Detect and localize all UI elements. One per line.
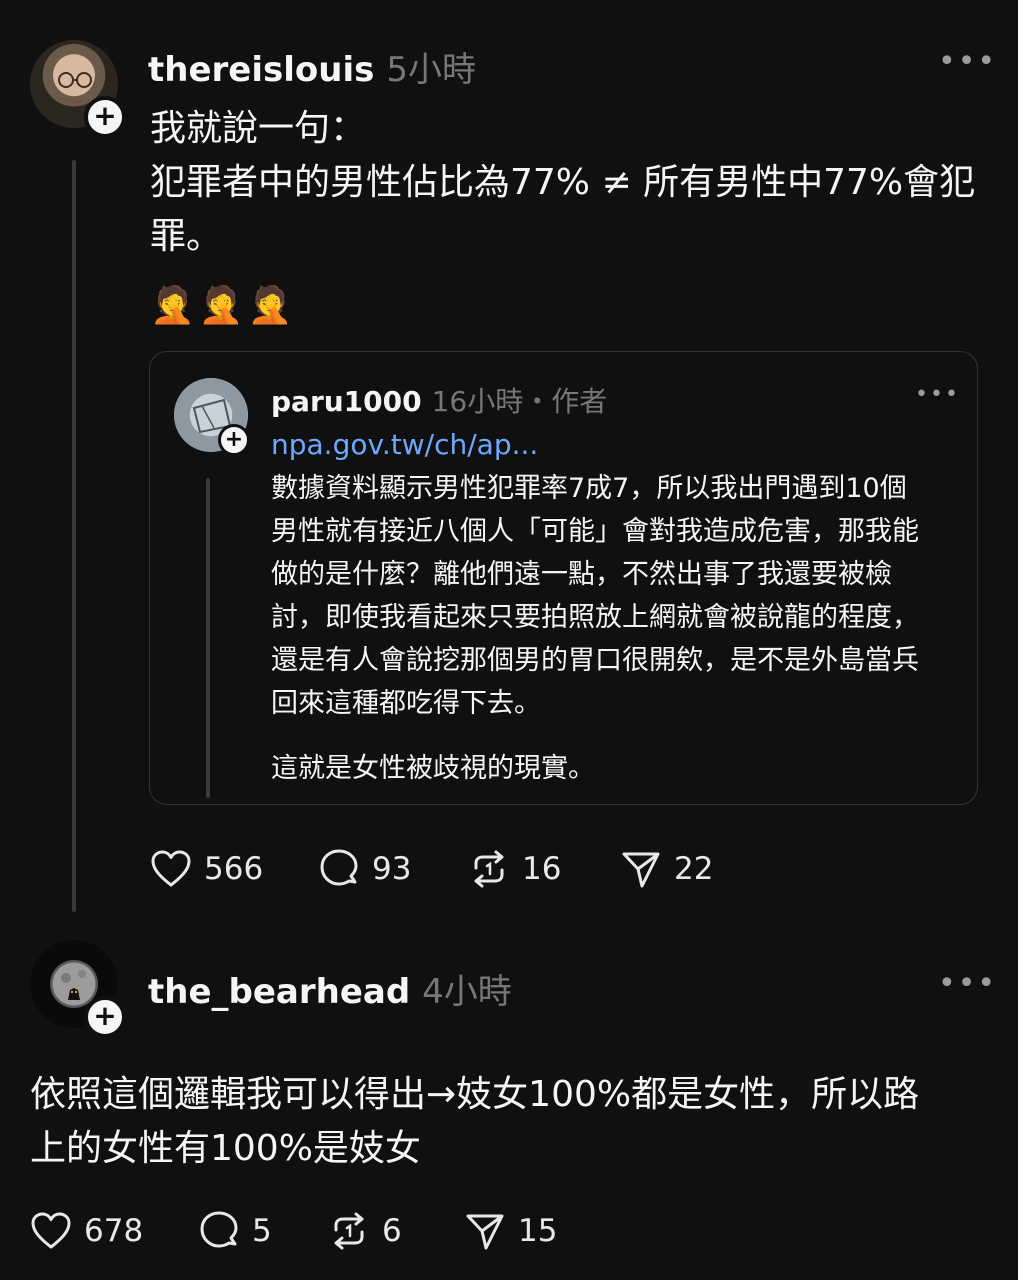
quote-thread-line [206,478,210,798]
follow-plus-icon[interactable]: + [84,96,126,138]
comment-icon [200,1211,238,1248]
quote-text: 數據資料顯示男性犯罪率7成7，所以我出門遇到10個 男性就有接近八個人「可能」會… [271,473,919,784]
username[interactable]: the_bearhead [148,972,410,1012]
share-button[interactable]: 15 [464,1210,594,1252]
quoted-post[interactable]: + paru1000 16小時・作者 ••• npa.gov.tw/ch/ap..… [149,351,978,805]
share-count: 22 [674,851,714,887]
follow-plus-icon[interactable]: + [84,996,126,1038]
quote-header: paru1000 16小時・作者 [271,380,607,420]
comment-button[interactable]: 93 [318,848,468,890]
quote-link[interactable]: npa.gov.tw/ch/ap... [271,428,538,461]
post-text: 我就說一句： 犯罪者中的男性佔比為77% ≠ 所有男性中77%會犯 罪。 [150,108,976,257]
like-button[interactable]: 678 [30,1210,198,1252]
thread-line [72,160,76,912]
repost-button[interactable]: 16 [468,848,620,890]
repost-icon [334,1212,364,1250]
comment-count: 93 [372,851,412,887]
repost-icon [474,850,504,888]
more-options-icon[interactable]: ••• [938,966,997,1001]
like-count: 678 [84,1213,144,1249]
username[interactable]: thereislouis [148,50,374,90]
like-count: 566 [204,851,264,887]
heart-icon [31,1212,71,1249]
share-button[interactable]: 22 [620,848,750,890]
quote-time: 16小時・作者 [431,385,608,418]
comment-icon [320,849,358,886]
quote-more-options-icon[interactable]: ••• [915,382,960,407]
facepalm-emoji: 🤦🤦🤦 [150,285,297,326]
send-icon [466,1214,504,1250]
share-count: 15 [518,1213,558,1249]
repost-button[interactable]: 6 [328,1210,464,1252]
quote-username[interactable]: paru1000 [271,385,422,418]
post-time: 5小時 [386,50,476,90]
follow-plus-icon[interactable]: + [218,424,250,456]
post-header: thereislouis 5小時 [148,42,476,91]
send-icon [622,852,660,888]
post-time: 4小時 [422,972,512,1012]
comment-count: 5 [252,1213,272,1249]
more-options-icon[interactable]: ••• [938,44,997,79]
repost-count: 6 [382,1213,402,1249]
repost-count: 16 [522,851,562,887]
post-actions: 566 93 16 22 [150,848,750,890]
like-button[interactable]: 566 [150,848,318,890]
comment-button[interactable]: 5 [198,1210,328,1252]
heart-icon [151,850,191,887]
post-header: the_bearhead 4小時 [148,964,512,1013]
post-actions: 678 5 6 15 [30,1210,594,1252]
post-text: 依照這個邏輯我可以得出→妓女100%都是女性，所以路 上的女性有100%是妓女 [30,1074,920,1169]
